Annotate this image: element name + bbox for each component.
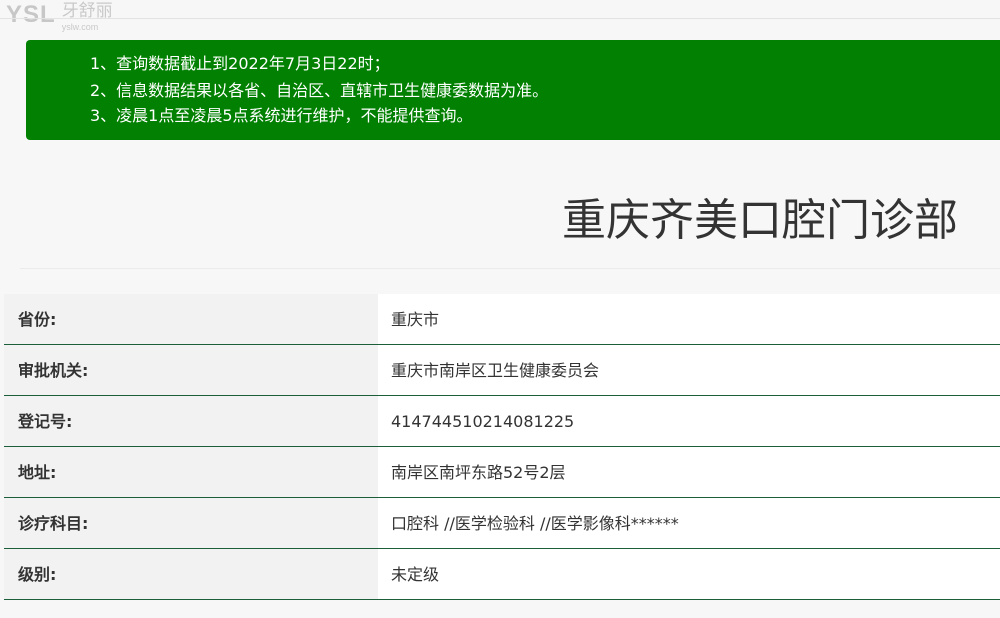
info-row-departments: 诊疗科目: 口腔科 //医学检验科 //医学影像科****** [4, 498, 1000, 549]
title-divider [20, 268, 1000, 269]
row-label: 级别: [4, 549, 378, 599]
notice-line-1: 1、查询数据截止到2022年7月3日22时； [90, 54, 390, 73]
row-value: 口腔科 //医学检验科 //医学影像科****** [378, 498, 1000, 548]
row-value: 414744510214081225 [378, 396, 1000, 446]
row-value: 未定级 [378, 549, 1000, 599]
logo-text: 牙舒丽 yslw.com [62, 0, 113, 32]
clinic-info-table: 省份: 重庆市 审批机关: 重庆市南岸区卫生健康委员会 登记号: 4147445… [4, 294, 1000, 600]
row-label: 省份: [4, 294, 378, 344]
logo-mark: YSL [6, 1, 56, 28]
logo-url: yslw.com [61, 22, 99, 32]
notice-banner: 1、查询数据截止到2022年7月3日22时； 2、信息数据结果以各省、自治区、直… [26, 40, 1000, 140]
notice-line-2: 2、信息数据结果以各省、自治区、直辖市卫生健康委数据为准。 [90, 81, 549, 100]
info-row-address: 地址: 南岸区南坪东路52号2层 [4, 447, 1000, 498]
row-label: 审批机关: [4, 345, 378, 395]
row-value: 南岸区南坪东路52号2层 [378, 447, 1000, 497]
info-row-province: 省份: 重庆市 [4, 294, 1000, 345]
row-value: 重庆市南岸区卫生健康委员会 [378, 345, 1000, 395]
row-value: 重庆市 [378, 294, 1000, 344]
info-row-approval-authority: 审批机关: 重庆市南岸区卫生健康委员会 [4, 345, 1000, 396]
clinic-title: 重庆齐美口腔门诊部 [562, 195, 958, 246]
header-divider [0, 18, 1000, 19]
info-row-registration-number: 登记号: 414744510214081225 [4, 396, 1000, 447]
page: YSL 牙舒丽 yslw.com 1、查询数据截止到2022年7月3日22时； … [0, 0, 1000, 618]
notice-line-3: 3、凌晨1点至凌晨5点系统进行维护，不能提供查询。 [90, 106, 473, 125]
row-label: 诊疗科目: [4, 498, 378, 548]
info-row-level: 级别: 未定级 [4, 549, 1000, 600]
row-label: 登记号: [4, 396, 378, 446]
row-label: 地址: [4, 447, 378, 497]
